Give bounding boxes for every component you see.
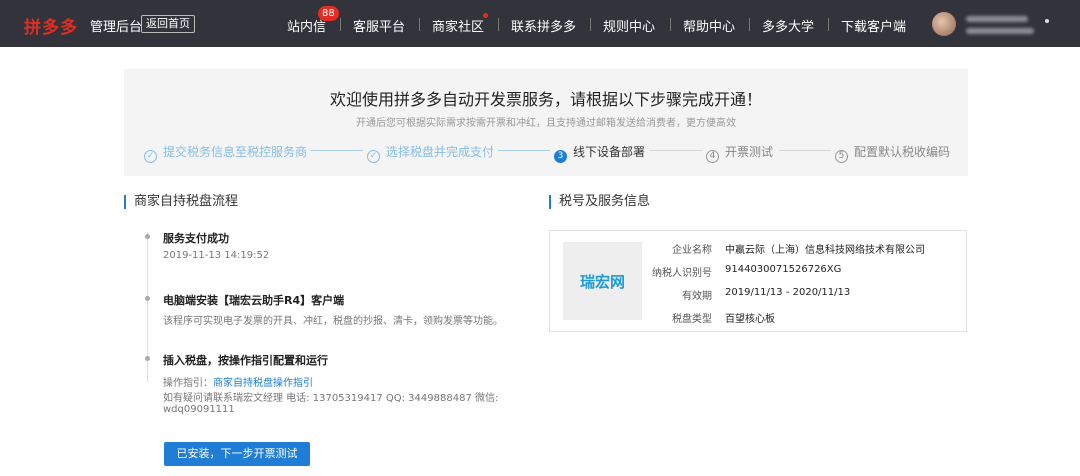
account-name-blurred (966, 16, 1028, 22)
timeline-dot (145, 234, 150, 239)
check-icon: ✓ (144, 150, 157, 163)
nav-download-client[interactable]: 下载客户端 (841, 16, 906, 35)
contact-wechat: wdq09091111 (163, 404, 235, 415)
step-label: 选择税盘并完成支付 (386, 145, 495, 159)
step-1: ✓ 提交税务信息至税控服务商 (144, 143, 307, 163)
step-connector (498, 150, 550, 151)
nav-rules[interactable]: 规则中心 (603, 16, 655, 35)
taxinfo-heading: 税号及服务信息 (549, 195, 650, 209)
brand-subtitle: 管理后台 (90, 20, 143, 35)
guide-link[interactable]: 商家自持税盘操作指引 (213, 378, 313, 389)
timeline-dot (145, 356, 150, 361)
timeline-item-title: 服务支付成功 (163, 232, 229, 245)
payment-time: 2019-11-13 14:19:52 (163, 250, 270, 261)
nav-merchant-community[interactable]: 商家社区 (432, 16, 484, 35)
nav-contact[interactable]: 联系拼多多 (511, 16, 576, 35)
next-step-button[interactable]: 已安装，下一步开票测试 (164, 442, 310, 466)
step-5: 5 配置默认税收编码 (835, 143, 950, 163)
step-label: 开票测试 (725, 145, 774, 159)
step-number: 4 (706, 150, 719, 163)
info-label: 企业名称 (672, 245, 712, 256)
validity-period: 2019/11/13 - 2020/11/13 (725, 287, 851, 298)
nav-divider (749, 18, 750, 31)
step-number: 3 (554, 150, 567, 163)
step-4: 4 开票测试 (706, 143, 773, 163)
contact-info: 如有疑问请联系瑞宏文经理 电话: 13705319417 QQ: 3449888… (163, 393, 499, 404)
step-2: ✓ 选择税盘并完成支付 (367, 143, 494, 163)
brand-logo[interactable]: 拼多多 (24, 13, 78, 38)
notification-dot (483, 13, 488, 18)
timeline-item-title: 电脑端安装【瑞宏云助手R4】客户端 (163, 294, 345, 307)
guide-label: 操作指引： (163, 378, 213, 389)
nav-divider (590, 18, 591, 31)
message-count-badge: 88 (318, 6, 339, 21)
banner-subtitle: 开通后您可根据实际需求按需开票和冲红，且支持通过邮箱发送给消费者，更方便高效 (356, 118, 736, 129)
taxinfo-card: 瑞宏网 企业名称 中嬴云际（上海）信息科技网络技术有限公司 纳税人识别号 914… (549, 230, 967, 332)
nav-divider (419, 18, 420, 31)
timeline-dot (145, 296, 150, 301)
info-label: 税盘类型 (672, 314, 712, 325)
nav-service-platform[interactable]: 客服平台 (353, 16, 405, 35)
check-icon: ✓ (367, 150, 380, 163)
guide-row: 操作指引：商家自持税盘操作指引 (163, 374, 313, 389)
step-3: 3 线下设备部署 (554, 143, 645, 163)
nav-divider (498, 18, 499, 31)
timeline-item-title: 插入税盘，按操作指引配置和运行 (163, 354, 328, 367)
step-label: 配置默认税收编码 (854, 145, 951, 159)
info-label: 纳税人识别号 (652, 268, 712, 279)
step-connector (311, 150, 363, 151)
step-connector (650, 150, 702, 151)
tax-disk-type: 百望核心板 (725, 314, 775, 325)
back-home-button[interactable]: 返回首页 (141, 15, 195, 33)
account-id-blurred (966, 28, 1034, 34)
banner-title: 欢迎使用拼多多自动开发票服务，请根据以下步骤完成开通！ (329, 90, 762, 109)
company-name: 中嬴云际（上海）信息科技网络技术有限公司 (725, 245, 925, 256)
top-nav: 拼多多 管理后台 返回首页 站内信 88 客服平台 商家社区 联系拼多多 规则中… (0, 0, 1080, 47)
nav-divider (828, 18, 829, 31)
step-connector (779, 150, 831, 151)
nav-divider (340, 18, 341, 31)
info-label: 有效期 (682, 291, 712, 302)
step-number: 5 (835, 150, 848, 163)
more-icon[interactable] (1045, 19, 1049, 23)
step-label: 线下设备部署 (573, 145, 646, 159)
nav-divider (670, 18, 671, 31)
nav-university[interactable]: 多多大学 (762, 16, 814, 35)
tax-id: 9144030071526726XG (725, 264, 842, 275)
timeline-item-text: 该程序可实现电子发票的开具、冲红，税盘的抄报、清卡，领购发票等功能。 (163, 316, 503, 327)
nav-help[interactable]: 帮助中心 (683, 16, 735, 35)
avatar[interactable] (932, 12, 956, 36)
onboarding-banner: 欢迎使用拼多多自动开发票服务，请根据以下步骤完成开通！ 开通后您可根据实际需求按… (124, 69, 968, 176)
step-label: 提交税务信息至税控服务商 (163, 145, 308, 159)
process-heading: 商家自持税盘流程 (124, 195, 238, 209)
